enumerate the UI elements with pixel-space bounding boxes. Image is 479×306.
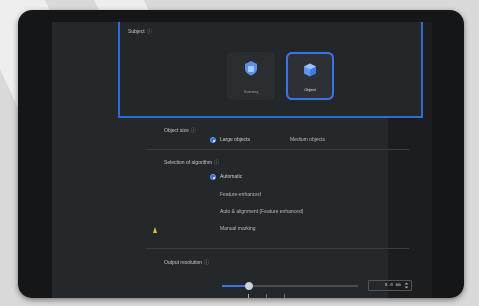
slider-tick: [266, 294, 267, 298]
object-size-title: Object size ⓘ: [164, 128, 196, 134]
tile-scenery-label: Scenery: [243, 89, 259, 94]
info-icon[interactable]: ⓘ: [214, 160, 219, 166]
slider-tick: [248, 294, 249, 298]
tile-object-label: Object: [304, 87, 316, 92]
radio-medium-objects-label[interactable]: Medium objects: [290, 137, 325, 143]
shield-icon: [243, 60, 259, 81]
radio-auto-alignment[interactable]: [210, 209, 216, 215]
slider-thumb[interactable]: [245, 282, 254, 290]
slider-tick: [284, 294, 285, 298]
radio-manual-marking[interactable]: [210, 226, 216, 232]
resolution-slider[interactable]: [222, 282, 358, 290]
radio-automatic-label: Automatic: [220, 174, 243, 180]
section-divider: [145, 248, 409, 249]
device-frame: Subject ⓘ Scenery Object Object size ⓘ L…: [18, 10, 464, 298]
radio-manual-marking-label: Manual marking: [220, 226, 256, 232]
tile-object[interactable]: Object: [286, 52, 334, 100]
info-icon[interactable]: ⓘ: [147, 29, 152, 35]
resolution-input[interactable]: 0.0 mm: [368, 280, 412, 291]
radio-feature-enhanced-label: Feature-enhanced: [220, 192, 261, 198]
info-icon[interactable]: ⓘ: [191, 128, 196, 134]
radio-automatic[interactable]: [210, 174, 216, 180]
settings-panel: Subject ⓘ Scenery Object Object size ⓘ L…: [52, 22, 432, 298]
tile-scenery[interactable]: Scenery: [227, 52, 275, 100]
algorithm-title: Selection of algorithm ⓘ: [164, 160, 220, 166]
radio-auto-alignment-label: Auto & alignment (Feature enhanced): [220, 209, 304, 215]
radio-large-objects-label: Large objects: [220, 137, 251, 143]
warning-marker-icon: [153, 227, 157, 233]
spinner-arrows-icon[interactable]: [404, 282, 409, 289]
radio-large-objects[interactable]: [210, 137, 216, 143]
section-divider: [145, 149, 409, 150]
radio-feature-enhanced[interactable]: [210, 192, 216, 198]
subject-title: Subject ⓘ: [128, 29, 152, 35]
resolution-title: Output resolution ⓘ: [164, 260, 210, 266]
info-icon[interactable]: ⓘ: [204, 260, 209, 266]
cube-icon: [302, 62, 318, 83]
